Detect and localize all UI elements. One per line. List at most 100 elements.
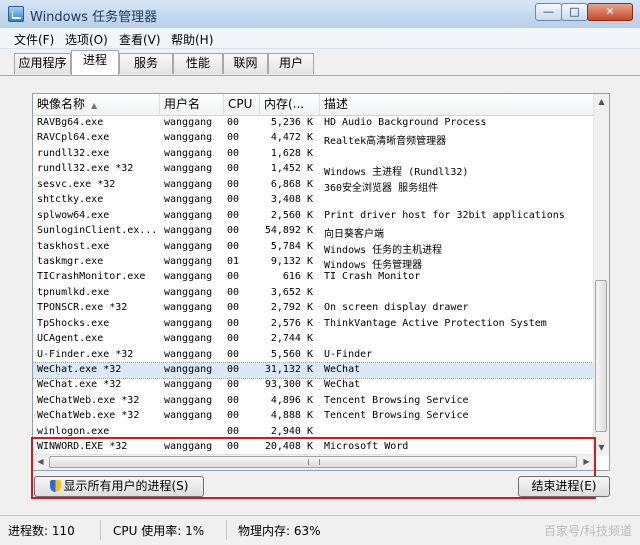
table-row[interactable]: rundll32.exe *32 wanggang 00 1,452 K Windows… (33, 162, 595, 179)
column-cpu[interactable]: CPU (224, 94, 260, 115)
menu-help[interactable]: 帮助(H) (171, 31, 213, 48)
title-bar[interactable]: Windows 任务管理器 — □ ✕ (0, 0, 640, 29)
process-cpu: 01 (227, 255, 240, 267)
table-row[interactable]: tpnumlkd.exe wanggang 00 3,652 K (33, 286, 595, 301)
table-row[interactable]: shtctky.exe wanggang 00 3,408 K (33, 193, 595, 208)
process-description: Windows 任务的主机进程 (324, 244, 443, 256)
process-memory: 4,472 K (270, 132, 313, 144)
process-memory: 2,560 K (270, 209, 313, 221)
tab-services[interactable]: 服务 (119, 53, 173, 74)
table-row[interactable]: RAVCpl64.exe wanggang 00 4,472 K Realtek高清晰音… (33, 131, 595, 148)
table-row[interactable]: SunloginClient.ex... wanggang 00 54,892 K 向日… (33, 224, 595, 240)
column-user[interactable]: 用户名 (160, 94, 224, 115)
process-memory: 31,132 K (264, 364, 313, 375)
process-user: wanggang (164, 348, 213, 360)
process-memory: 616 K (282, 271, 313, 283)
process-memory: 3,408 K (270, 194, 313, 206)
cpu-usage: CPU 使用率: 1% (113, 524, 205, 538)
process-name: winlogon.exe (37, 425, 110, 437)
uac-shield-icon (49, 480, 61, 492)
scroll-up-icon[interactable]: ▲ (594, 94, 609, 110)
process-user: wanggang (164, 364, 213, 375)
table-row[interactable]: taskhost.exe wanggang 00 5,784 K Windows 任务的… (33, 240, 595, 256)
tab-users[interactable]: 用户 (268, 53, 314, 74)
process-name: rundll32.exe *32 (37, 163, 134, 175)
table-row[interactable]: WeChat.exe *32 wanggang 00 93,300 K WeChat (33, 378, 595, 393)
column-header: 映像名称 ▲ 用户名 CPU 内存(... 描述 (33, 94, 595, 116)
menu-view[interactable]: 查看(V) (119, 31, 161, 48)
vertical-scroll-thumb[interactable] (595, 280, 607, 432)
scroll-down-icon[interactable]: ▼ (594, 440, 609, 456)
process-description: HD Audio Background Process (324, 117, 487, 128)
tab-networking[interactable]: 联网 (223, 53, 268, 74)
process-cpu: 00 (227, 132, 240, 144)
process-description: Print driver host for 32bit applications (324, 209, 565, 221)
process-cpu: 00 (227, 147, 240, 159)
process-name: RAVBg64.exe (37, 117, 104, 128)
table-row[interactable]: sesvc.exe *32 wanggang 00 6,868 K 360安全浏览器 服… (33, 178, 595, 194)
process-memory: 2,576 K (270, 317, 313, 329)
table-row[interactable]: WeChatWeb.exe *32 wanggang 00 4,888 K Tencen… (33, 409, 595, 424)
menu-bar: 文件(F) 选项(O) 查看(V) 帮助(H) (0, 28, 640, 49)
process-user: wanggang (164, 379, 213, 391)
process-memory: 2,744 K (270, 333, 313, 345)
scroll-left-icon[interactable]: ◀ (33, 455, 48, 469)
table-row[interactable]: TpShocks.exe wanggang 00 2,576 K ThinkVantag… (33, 317, 595, 332)
tab-processes[interactable]: 进程 (71, 50, 119, 75)
minimize-button[interactable]: — (535, 3, 562, 21)
process-user: wanggang (164, 225, 213, 237)
close-button[interactable]: ✕ (587, 3, 633, 21)
process-description: Windows 主进程 (Rundll32) (324, 167, 469, 179)
process-cpu: 00 (227, 117, 240, 128)
process-cpu: 00 (227, 225, 240, 237)
column-image-name-label: 映像名称 (37, 97, 86, 111)
process-memory: 20,408 K (264, 441, 313, 453)
process-description: Realtek高清晰音频管理器 (324, 136, 447, 148)
menu-options[interactable]: 选项(O) (65, 31, 108, 48)
menu-file[interactable]: 文件(F) (14, 31, 54, 48)
vertical-scrollbar[interactable]: ▲ ▼ (593, 94, 609, 456)
process-user: wanggang (164, 147, 213, 159)
horizontal-scrollbar[interactable]: ◀ ▶ (33, 454, 595, 470)
process-name: sesvc.exe *32 (37, 178, 116, 190)
process-cpu: 00 (227, 286, 240, 298)
maximize-button[interactable]: □ (561, 3, 588, 21)
table-row[interactable]: taskmgr.exe wanggang 01 9,132 K Windows 任务管理… (33, 255, 595, 271)
process-memory: 1,628 K (270, 147, 313, 159)
tab-performance[interactable]: 性能 (173, 53, 223, 74)
process-description: Tencent Browsing Service (324, 410, 469, 422)
process-name: WeChatWeb.exe *32 (37, 410, 140, 422)
table-row[interactable]: TPONSCR.exe *32 wanggang 00 2,792 K On scree… (33, 301, 595, 316)
process-memory: 2,940 K (270, 425, 313, 437)
process-name: WeChatWeb.exe *32 (37, 394, 140, 406)
process-memory: 5,560 K (270, 348, 313, 360)
process-name: tpnumlkd.exe (37, 286, 110, 298)
process-user: wanggang (164, 271, 213, 283)
scroll-right-icon[interactable]: ▶ (579, 455, 594, 469)
process-user: wanggang (164, 333, 213, 345)
process-description: On screen display drawer (324, 302, 469, 314)
end-process-button[interactable]: 结束进程(E) (518, 476, 610, 497)
process-name: WINWORD.EXE *32 (37, 441, 128, 453)
table-row[interactable]: UCAgent.exe wanggang 00 2,744 K (33, 332, 595, 347)
table-row[interactable]: rundll32.exe wanggang 00 1,628 K (33, 147, 595, 162)
table-row[interactable]: U-Finder.exe *32 wanggang 00 5,560 K U-Finde… (33, 348, 595, 363)
tab-applications[interactable]: 应用程序 (14, 53, 71, 74)
column-memory[interactable]: 内存(... (260, 94, 320, 115)
process-memory: 2,792 K (270, 302, 313, 314)
process-rows: RAVBg64.exe wanggang 00 5,236 K HD Audio Bac… (33, 116, 596, 456)
table-row[interactable]: splwow64.exe wanggang 00 2,560 K Print drive… (33, 209, 595, 224)
table-row[interactable]: TICrashMonitor.exe wanggang 00 616 K TI Cras… (33, 270, 595, 285)
process-list[interactable]: 映像名称 ▲ 用户名 CPU 内存(... 描述 RAVBg64.exe wang… (32, 93, 610, 471)
table-row[interactable]: RAVBg64.exe wanggang 00 5,236 K HD Audio Bac… (33, 116, 595, 131)
horizontal-scroll-thumb[interactable] (49, 456, 577, 468)
column-description[interactable]: 描述 (320, 94, 595, 115)
show-all-users-button[interactable]: 显示所有用户的进程(S) (34, 476, 204, 497)
table-row[interactable]: WeChatWeb.exe *32 wanggang 00 4,896 K Tencen… (33, 394, 595, 409)
column-image-name[interactable]: 映像名称 ▲ (33, 94, 160, 115)
process-user: wanggang (164, 394, 213, 406)
table-row[interactable]: winlogon.exe 00 2,940 K (33, 425, 595, 440)
process-description: ThinkVantage Active Protection System (324, 317, 547, 329)
table-row[interactable]: WeChat.exe *32 wanggang 00 31,132 K WeChat (33, 361, 596, 380)
process-name: shtctky.exe (37, 194, 104, 206)
